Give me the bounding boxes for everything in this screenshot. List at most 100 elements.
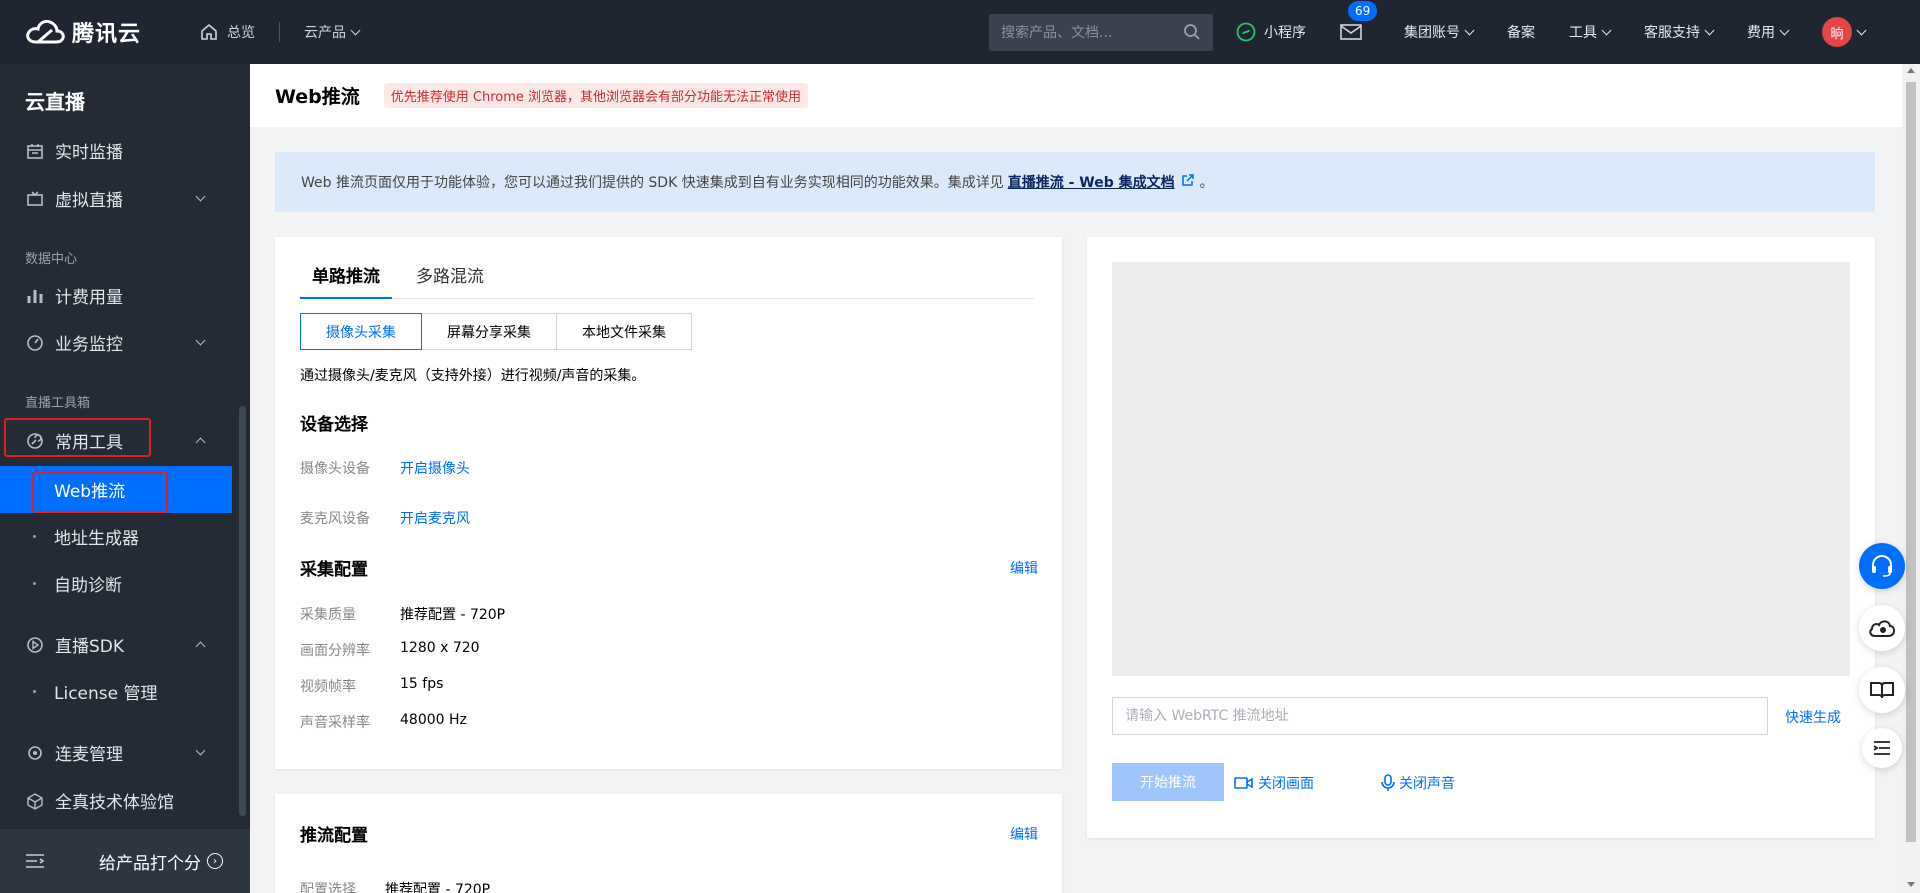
webrtc-url-input[interactable] <box>1112 697 1768 735</box>
nav-products-label: 云产品 <box>304 25 346 41</box>
close-video-button[interactable]: 关闭画面 <box>1234 773 1314 793</box>
push-config-edit-link[interactable]: 编辑 <box>1010 824 1038 844</box>
info-text: Web 推流页面仅用于功能体验，您可以通过我们提供的 SDK 快速集成到自有业务… <box>301 175 1004 191</box>
sidebar-item-tech-experience[interactable]: 全真技术体验馆 <box>0 777 232 824</box>
mic-device-label: 麦克风设备 <box>300 511 370 527</box>
sidebar-subitem-address-generator[interactable]: 地址生成器 <box>0 513 232 560</box>
config-key: 画面分辨率 <box>300 643 370 659</box>
scroll-down-arrow-icon[interactable] <box>1907 882 1915 887</box>
fees-dropdown[interactable]: 费用 <box>1747 22 1790 42</box>
user-menu[interactable]: 晌 <box>1822 17 1867 47</box>
sidebar-item-label: 虚拟直播 <box>55 191 123 211</box>
tools-dropdown[interactable]: 工具 <box>1569 22 1612 42</box>
customer-service-button[interactable] <box>1859 543 1905 589</box>
sidebar-item-business-monitor[interactable]: 业务监控 <box>0 319 232 366</box>
video-camera-icon <box>1234 777 1253 789</box>
capture-config-edit-link[interactable]: 编辑 <box>1010 558 1038 578</box>
config-value: 1280 x 720 <box>400 640 480 656</box>
tencent-cloud-logo[interactable]: 腾讯云 <box>24 16 159 48</box>
chevron-up-icon <box>195 641 206 652</box>
group-account-label: 集团账号 <box>1404 25 1460 41</box>
open-camera-link[interactable]: 开启摄像头 <box>400 458 470 478</box>
capture-screen-button[interactable]: 屏幕分享采集 <box>422 313 557 350</box>
sidebar-item-live-monitor[interactable]: 实时监播 <box>0 127 232 174</box>
sidebar-subitem-license[interactable]: License 管理 <box>0 668 232 715</box>
sidebar-item-label: 计费用量 <box>55 288 123 308</box>
tools-label: 工具 <box>1569 25 1597 41</box>
browser-warning-tag: 优先推荐使用 Chrome 浏览器，其他浏览器会有部分功能无法正常使用 <box>383 83 809 108</box>
nav-products-dropdown[interactable]: 云产品 <box>304 22 361 42</box>
sidebar-footer: 给产品打个分 › <box>0 829 250 893</box>
miniprogram-link[interactable]: 小程序 <box>1236 22 1306 42</box>
mail-icon <box>1340 24 1362 40</box>
sidebar-subitem-label: License 管理 <box>54 684 158 704</box>
arrow-circle-icon: › <box>207 853 223 869</box>
menu-list-button[interactable] <box>1862 728 1902 768</box>
camera-device-row: 摄像头设备 开启摄像头 <box>300 458 470 478</box>
collapse-menu-icon[interactable] <box>25 853 45 869</box>
chevron-down-icon <box>195 745 206 756</box>
mail-link[interactable]: 69 <box>1340 1 1378 41</box>
headset-icon <box>1872 555 1892 577</box>
rate-product-button[interactable]: 给产品打个分 › <box>99 849 223 874</box>
highlight-box-common-tools <box>4 418 151 457</box>
video-preview-area <box>1112 262 1850 676</box>
config-row: 画面分辨率 1280 x 720 <box>300 640 480 660</box>
top-right-menu: 小程序 69 集团账号 备案 工具 客服支持 费用 晌 <box>1236 0 1899 64</box>
capture-file-button[interactable]: 本地文件采集 <box>557 313 692 350</box>
scrollbar-thumb[interactable] <box>1906 82 1916 842</box>
list-icon <box>1873 741 1890 755</box>
chevron-down-icon <box>195 191 206 202</box>
beian-link[interactable]: 备案 <box>1507 22 1535 42</box>
sidebar-item-live-sdk[interactable]: 直播SDK <box>0 621 232 668</box>
external-link-icon[interactable] <box>1181 173 1194 191</box>
highlight-box-web-push <box>32 472 168 513</box>
quick-generate-link[interactable]: 快速生成 <box>1785 707 1841 727</box>
start-push-button[interactable]: 开始推流 <box>1112 763 1224 801</box>
sidebar-item-billing-usage[interactable]: 计费用量 <box>0 272 232 319</box>
sidebar-item-virtual-live[interactable]: 虚拟直播 <box>0 175 232 222</box>
support-dropdown[interactable]: 客服支持 <box>1644 22 1715 42</box>
cloud-logo-icon <box>26 19 65 44</box>
group-account-dropdown[interactable]: 集团账号 <box>1404 22 1475 42</box>
sidebar-item-label: 直播SDK <box>55 637 125 657</box>
fees-label: 费用 <box>1747 25 1775 41</box>
page-scrollbar[interactable] <box>1902 64 1920 893</box>
bullet-dot <box>33 690 36 693</box>
tab-single-push[interactable]: 单路推流 <box>300 263 392 299</box>
search-box[interactable] <box>989 14 1213 51</box>
gauge-icon <box>25 333 45 353</box>
push-settings-card: 单路推流 多路混流 摄像头采集 屏幕分享采集 本地文件采集 通过摄像头/麦克风（… <box>275 237 1062 769</box>
virtual-live-icon <box>25 189 45 209</box>
cloud-assistant-button[interactable] <box>1859 605 1905 651</box>
sidebar-item-co-anchor[interactable]: 连麦管理 <box>0 729 232 776</box>
sidebar-item-label: 全真技术体验馆 <box>55 793 174 813</box>
sidebar: 云直播 实时监播 虚拟直播 数据中心 计费用量 业务监控 直播工具箱 常用工具 … <box>0 64 250 893</box>
microphone-icon <box>1381 774 1395 791</box>
bullet-dot <box>33 535 36 538</box>
config-row: 采集质量 推荐配置 - 720P <box>300 604 505 624</box>
top-navbar: 腾讯云 总览 云产品 小程序 69 集团账号 备案 工具 <box>0 0 1920 64</box>
search-input[interactable] <box>989 24 1169 41</box>
close-video-label: 关闭画面 <box>1258 776 1314 792</box>
close-audio-button[interactable]: 关闭声音 <box>1381 773 1455 793</box>
open-mic-link[interactable]: 开启麦克风 <box>400 508 470 528</box>
chevron-down-icon <box>1464 25 1475 35</box>
sidebar-scrollbar[interactable] <box>239 406 246 816</box>
scroll-up-arrow-icon[interactable] <box>1907 68 1915 73</box>
sidebar-subitem-self-diagnosis[interactable]: 自助诊断 <box>0 560 232 607</box>
avatar: 晌 <box>1822 17 1852 47</box>
docs-button[interactable] <box>1859 667 1905 713</box>
tab-multi-mix[interactable]: 多路混流 <box>404 263 496 299</box>
nav-home-label: 总览 <box>227 25 255 41</box>
search-icon[interactable] <box>1183 23 1201 41</box>
capture-camera-button[interactable]: 摄像头采集 <box>300 313 422 350</box>
config-value: 推荐配置 - 720P <box>385 882 491 893</box>
info-banner: Web 推流页面仅用于功能体验，您可以通过我们提供的 SDK 快速集成到自有业务… <box>275 152 1875 212</box>
open-book-icon <box>1870 682 1894 699</box>
nav-divider <box>279 22 280 42</box>
close-audio-label: 关闭声音 <box>1399 776 1455 792</box>
integration-doc-link[interactable]: 直播推流 - Web 集成文档 <box>1008 172 1175 192</box>
capture-description: 通过摄像头/麦克风（支持外接）进行视频/声音的采集。 <box>300 368 646 384</box>
nav-home[interactable]: 总览 <box>199 22 255 42</box>
